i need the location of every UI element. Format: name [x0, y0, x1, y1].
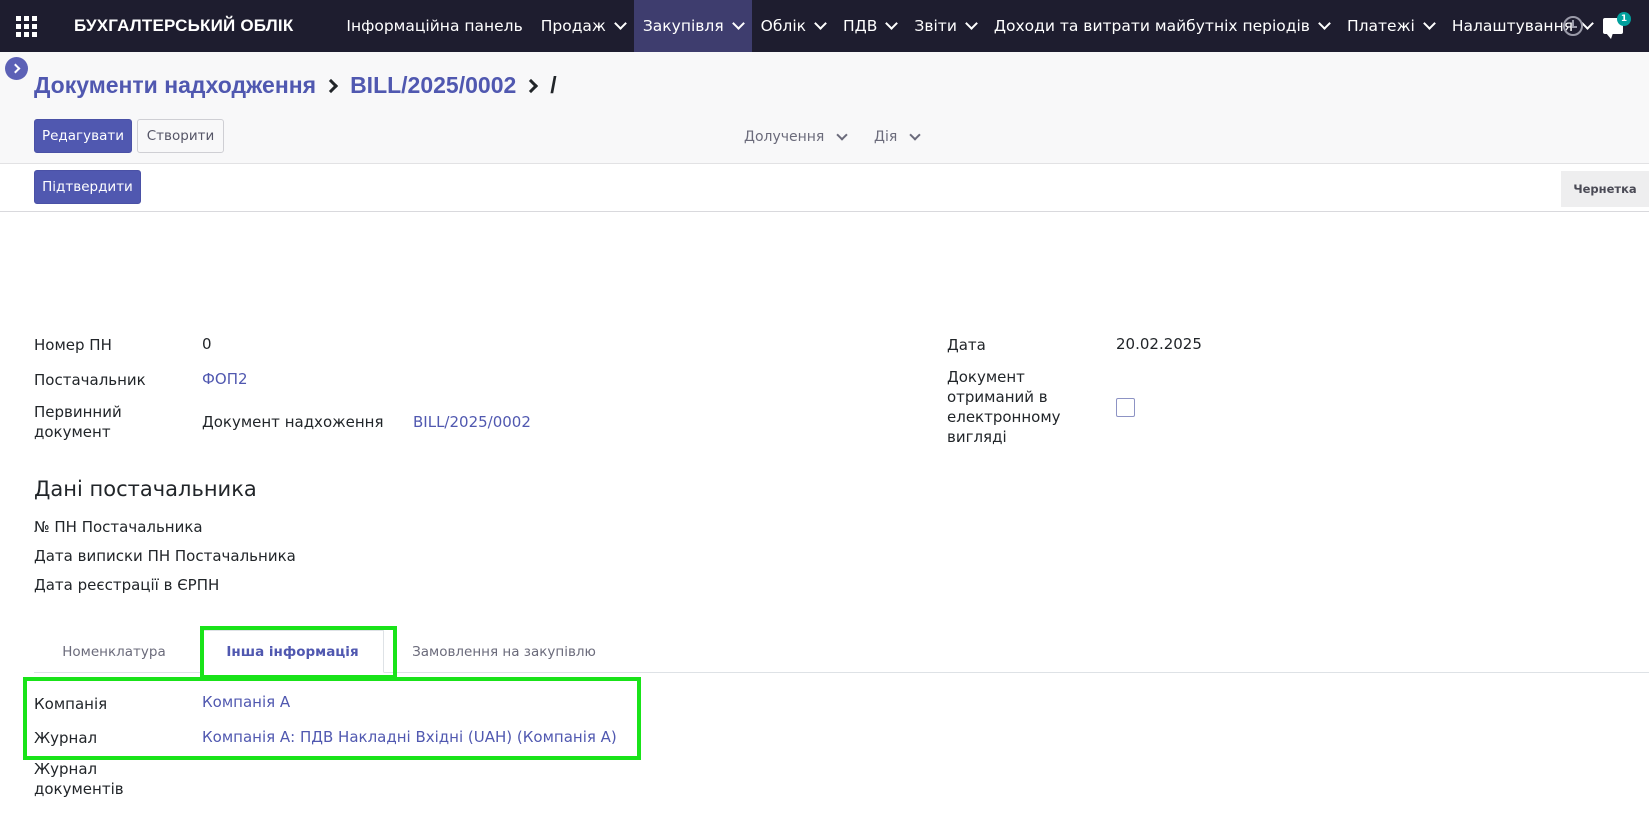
chevron-down-icon	[1422, 17, 1436, 30]
highlight-box-tab	[200, 626, 397, 679]
nav-item-label: Продаж	[540, 17, 606, 35]
nav-item-label: Налаштування	[1451, 17, 1574, 35]
doc-journal-label: Журнал документів	[34, 759, 124, 799]
nav-item-label: Платежі	[1346, 17, 1415, 35]
tab-products[interactable]: Номенклатура	[34, 630, 194, 673]
primary-doc-label-line: Первинний	[34, 403, 122, 421]
nav-item-label: Звіти	[914, 17, 957, 35]
chevron-down-icon	[731, 17, 745, 30]
electronic-doc-label-line: вигляді	[947, 428, 1007, 446]
action-dropdown-label: Дія	[874, 129, 898, 145]
electronic-doc-label-line: отриманий в	[947, 388, 1048, 406]
nav-item-5[interactable]: Звіти	[905, 0, 984, 52]
nav-item-2[interactable]: Закупівля	[633, 0, 752, 52]
date-value[interactable]: 20.02.2025	[1116, 334, 1202, 354]
tax-number-value[interactable]: 0	[202, 334, 212, 354]
nav-item-3[interactable]: Облік	[752, 0, 834, 52]
electronic-doc-label-line: електронному	[947, 408, 1061, 426]
date-label: Дата	[947, 336, 986, 354]
chevron-down-icon	[885, 17, 899, 30]
nav-item-0[interactable]: Інформаційна панель	[337, 0, 531, 52]
breadcrumb-item-bills[interactable]: Документи надходження	[34, 72, 316, 99]
main-menu: Інформаційна панель Продаж Закупівля Облік П…	[337, 0, 1601, 52]
nav-item-label: Доходи та витрати майбутніх періодів	[993, 17, 1310, 35]
top-navbar: БУХГАЛТЕРСЬКИЙ ОБЛІК Інформаційна панель…	[0, 0, 1649, 52]
breadcrumb-separator-icon	[524, 78, 539, 93]
app-brand[interactable]: БУХГАЛТЕРСЬКИЙ ОБЛІК	[52, 16, 337, 36]
erpn-date-label: Дата реєстрації в ЄРПН	[34, 576, 220, 594]
electronic-doc-checkbox[interactable]	[1116, 398, 1135, 417]
nav-item-label: Закупівля	[642, 17, 724, 35]
supplier-tax-date-label: Дата виписки ПН Постачальника	[34, 547, 296, 565]
attachments-dropdown[interactable]: Долучення	[744, 129, 849, 145]
attachments-dropdown-label: Долучення	[744, 129, 825, 145]
messages-count-badge: 1	[1617, 12, 1631, 26]
status-bar: Підтвердити Чернетка	[0, 164, 1649, 212]
edit-button[interactable]: Редагувати	[34, 119, 132, 153]
electronic-doc-label-line: Документ	[947, 368, 1025, 386]
doc-journal-label-line: документів	[34, 780, 124, 798]
supplier-tax-number-label: № ПН Постачальника	[34, 518, 203, 536]
tax-number-label: Номер ПН	[34, 336, 112, 354]
vendor-label: Постачальник	[34, 371, 146, 389]
nav-item-label: ПДВ	[843, 17, 878, 35]
breadcrumb-separator-icon	[323, 78, 339, 93]
systray: 1	[1563, 0, 1649, 52]
nav-item-6[interactable]: Доходи та витрати майбутніх періодів	[985, 0, 1338, 52]
activity-clock-icon[interactable]	[1563, 16, 1583, 36]
tab-purchase-orders[interactable]: Замовлення на закупівлю	[384, 630, 624, 673]
nav-item-label: Інформаційна панель	[346, 17, 523, 35]
primary-doc-link[interactable]: BILL/2025/0002	[413, 412, 531, 432]
breadcrumb: Документи надходження BILL/2025/0002 /	[34, 72, 557, 99]
nav-item-4[interactable]: ПДВ	[834, 0, 905, 52]
status-draft[interactable]: Чернетка	[1561, 171, 1649, 207]
chevron-down-icon	[836, 129, 849, 141]
primary-doc-type[interactable]: Документ надхоження	[202, 412, 384, 432]
create-button[interactable]: Створити	[137, 119, 224, 153]
chevron-down-icon	[814, 17, 827, 30]
primary-doc-label: Первинний документ	[34, 402, 122, 442]
chevron-down-icon	[614, 17, 627, 30]
nav-item-1[interactable]: Продаж	[532, 0, 634, 52]
nav-item-7[interactable]: Платежі	[1338, 0, 1443, 52]
control-panel: Документи надходження BILL/2025/0002 / Р…	[0, 52, 1649, 164]
apps-menu-icon[interactable]	[0, 0, 52, 52]
chevron-down-icon	[965, 17, 978, 30]
supplier-section-title: Дані постачальника	[34, 477, 257, 501]
electronic-doc-label: Документ отриманий в електронному вигляд…	[947, 367, 1061, 447]
breadcrumb-item-bill[interactable]: BILL/2025/0002	[350, 72, 516, 99]
chevron-down-icon	[1318, 17, 1331, 30]
sidebar-toggle-icon[interactable]	[5, 57, 28, 80]
chevron-down-icon	[909, 129, 921, 141]
highlight-box-fields	[23, 677, 641, 760]
nav-item-label: Облік	[760, 17, 806, 35]
messages-icon[interactable]: 1	[1603, 12, 1631, 39]
primary-doc-label-line: документ	[34, 423, 111, 441]
action-dropdown[interactable]: Дія	[874, 129, 921, 145]
breadcrumb-current: /	[550, 72, 557, 98]
vendor-link[interactable]: ФОП2	[202, 369, 248, 389]
doc-journal-label-line: Журнал	[34, 760, 98, 778]
confirm-button[interactable]: Підтвердити	[34, 170, 141, 204]
